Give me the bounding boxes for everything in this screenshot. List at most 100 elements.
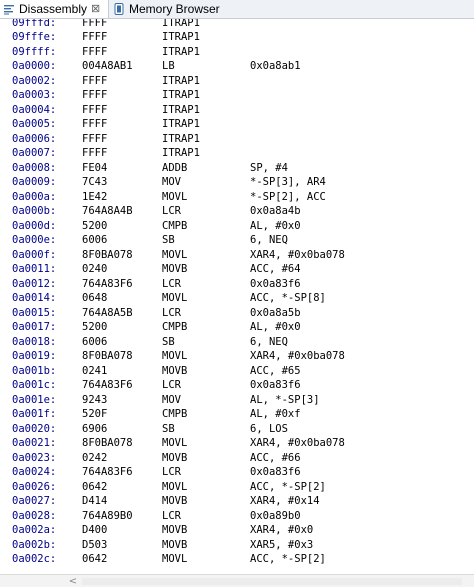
disassembly-row[interactable]: 0a0005: FFFF ITRAP1 — [0, 117, 474, 131]
disassembly-row[interactable]: 0a000a: 1E42 MOVL *-SP[2], ACC — [0, 190, 474, 204]
disassembly-row[interactable]: 0a0011: 0240 MOVB ACC, #64 — [0, 262, 474, 276]
row-mnemonic: SB — [162, 234, 175, 246]
disassembly-window: 09fffc:FFFFITRAP109fffd:FFFFITRAP109fffe… — [0, 0, 474, 587]
row-mnemonic: MOVB — [162, 495, 188, 507]
row-opcode: 764A83F6 — [82, 277, 133, 290]
row-mnemonic: MOVB — [162, 263, 188, 275]
row-address: 0a0015: — [12, 306, 57, 319]
row-address: 0a0003: — [12, 89, 57, 101]
disassembly-row[interactable]: 0a0020: 6906 SB 6, LOS — [0, 422, 474, 436]
row-opcode: 9243 — [82, 393, 108, 406]
row-opcode: 8F0BA078 — [82, 350, 133, 362]
disassembly-row[interactable]: 0a0027: D414 MOVB XAR4, #0x14 — [0, 494, 474, 508]
row-address: 0a002a: — [12, 524, 57, 536]
row-opcode: FFFF — [82, 103, 108, 116]
row-operands: 6, LOS — [250, 422, 288, 435]
tab-disassembly[interactable]: Disassembly ⊠ — [0, 0, 109, 18]
row-address: 0a000b: — [12, 205, 57, 217]
disassembly-row[interactable]: 0a000b: 764A8A4B LCR 0x0a8a4b — [0, 204, 474, 218]
row-mnemonic: ITRAP1 — [162, 45, 200, 58]
disassembly-row[interactable]: 0a000d: 5200 CMPB AL, #0x0 — [0, 219, 474, 233]
tab-memory-browser[interactable]: Memory Browser — [110, 0, 220, 18]
row-mnemonic: MOVB — [162, 538, 188, 551]
row-opcode: FE04 — [82, 161, 108, 174]
disassembly-row[interactable]: 0a0028: 764A89B0 LCR 0x0a89b0 — [0, 509, 474, 523]
memory-browser-icon — [113, 3, 125, 15]
row-address: 0a0011: — [12, 263, 57, 275]
disassembly-row[interactable]: 0a0017: 5200 CMPB AL, #0x0 — [0, 320, 474, 334]
disassembly-row[interactable]: 0a001c: 764A83F6 LCR 0x0a83f6 — [0, 378, 474, 392]
row-operands: ACC, *-SP[2] — [250, 480, 326, 493]
row-address: 0a0020: — [12, 422, 57, 435]
row-opcode: 0240 — [82, 263, 108, 275]
row-opcode: D503 — [82, 538, 108, 551]
row-opcode: 0242 — [82, 451, 108, 464]
row-address: 0a001b: — [12, 364, 57, 377]
row-address: 0a0021: — [12, 437, 57, 449]
disassembly-row[interactable]: 0a0014: 0648 MOVL ACC, *-SP[8] — [0, 291, 474, 305]
disassembly-row[interactable]: 0a0021: 8F0BA078 MOVL XAR4, #0x0ba078 — [0, 436, 474, 450]
disassembly-row[interactable]: 0a001e: 9243 MOV AL, *-SP[3] — [0, 393, 474, 407]
disassembly-row[interactable]: 0a0026: 0642 MOVL ACC, *-SP[2] — [0, 480, 474, 494]
row-operands: 0x0a8a4b — [250, 205, 301, 217]
disassembly-row[interactable]: 0a001f: 520F CMPB AL, #0xf — [0, 407, 474, 421]
horizontal-scrollbar[interactable]: < — [0, 574, 474, 587]
row-mnemonic: MOV — [162, 393, 181, 406]
disassembly-row[interactable]: 0a0004: FFFF ITRAP1 — [0, 103, 474, 117]
disassembly-row[interactable]: 0a000e: 6006 SB 6, NEQ — [0, 233, 474, 247]
row-opcode: 0642 — [82, 553, 108, 565]
disassembly-row[interactable]: 0a0003: FFFF ITRAP1 — [0, 88, 474, 102]
row-address: 0a001c: — [12, 379, 57, 391]
disassembly-listing[interactable]: 09fffc:FFFFITRAP109fffd:FFFFITRAP109fffe… — [0, 8, 474, 574]
disassembly-row[interactable]: 0a002a: D400 MOVB XAR4, #0x0 — [0, 523, 474, 537]
row-operands: AL, #0xf — [250, 408, 301, 420]
disassembly-row[interactable]: 0a0002: FFFF ITRAP1 — [0, 74, 474, 88]
disassembly-row[interactable]: 0a0009: 7C43 MOV *-SP[3], AR4 — [0, 175, 474, 189]
row-address: 0a000e: — [12, 234, 57, 246]
scroll-left-arrow-icon[interactable]: < — [68, 576, 78, 587]
row-operands: ACC, #65 — [250, 364, 301, 377]
row-opcode: 0648 — [82, 292, 108, 304]
row-operands: 0x0a89b0 — [250, 509, 301, 522]
row-address: 0a0019: — [12, 350, 57, 362]
row-address: 0a000f: — [12, 248, 57, 261]
row-mnemonic: SB — [162, 422, 175, 435]
disassembly-row[interactable]: 0a0007: FFFF ITRAP1 — [0, 146, 474, 160]
disassembly-row[interactable]: 0a002c: 0642 MOVL ACC, *-SP[2] — [0, 552, 474, 566]
row-opcode: 0642 — [82, 480, 108, 493]
row-operands: AL, *-SP[3] — [250, 393, 320, 406]
disassembly-row[interactable]: 0a0006: FFFF ITRAP1 — [0, 132, 474, 146]
row-opcode: 1E42 — [82, 190, 108, 203]
disassembly-row[interactable]: 0a0012: 764A83F6 LCR 0x0a83f6 — [0, 277, 474, 291]
disassembly-row[interactable]: 0a0019: 8F0BA078 MOVL XAR4, #0x0ba078 — [0, 349, 474, 363]
row-address: 0a0026: — [12, 480, 57, 493]
disassembly-row[interactable]: 0a0008: FE04 ADDB SP, #4 — [0, 161, 474, 175]
row-address: 0a001f: — [12, 408, 57, 420]
disassembly-row[interactable]: 0a0015: 764A8A5B LCR 0x0a8a5b — [0, 306, 474, 320]
row-opcode: 7C43 — [82, 176, 108, 188]
close-tab-icon[interactable]: ⊠ — [91, 3, 100, 15]
disassembly-row[interactable]: 09fffe: FFFF ITRAP1 — [0, 30, 474, 44]
scrollbar-track[interactable] — [82, 578, 462, 585]
disassembly-icon — [3, 3, 15, 15]
disassembly-row[interactable]: 0a002b: D503 MOVB XAR5, #0x3 — [0, 538, 474, 552]
row-opcode: FFFF — [82, 118, 108, 130]
disassembly-row[interactable]: 0a0018: 6006 SB 6, NEQ — [0, 335, 474, 349]
row-opcode: D400 — [82, 524, 108, 536]
row-mnemonic: LCR — [162, 306, 181, 319]
row-address: 0a0000: — [12, 60, 57, 72]
disassembly-row[interactable]: 09ffff: FFFF ITRAP1 — [0, 45, 474, 59]
row-opcode: 764A83F6 — [82, 466, 133, 478]
disassembly-row[interactable]: 0a001b: 0241 MOVB ACC, #65 — [0, 364, 474, 378]
disassembly-row[interactable]: 0a0000: 004A8AB1 LB 0x0a8ab1 — [0, 59, 474, 73]
row-address: 0a001e: — [12, 393, 57, 406]
row-mnemonic: MOVL — [162, 437, 188, 449]
row-address: 0a0006: — [12, 132, 57, 145]
row-mnemonic: MOVB — [162, 451, 188, 464]
disassembly-row[interactable]: 0a0024: 764A83F6 LCR 0x0a83f6 — [0, 465, 474, 479]
row-address: 0a0018: — [12, 335, 57, 348]
row-opcode: 764A8A5B — [82, 306, 133, 319]
disassembly-row[interactable]: 0a000f: 8F0BA078 MOVL XAR4, #0x0ba078 — [0, 248, 474, 262]
row-operands: XAR4, #0x14 — [250, 495, 320, 507]
disassembly-row[interactable]: 0a0023: 0242 MOVB ACC, #66 — [0, 451, 474, 465]
